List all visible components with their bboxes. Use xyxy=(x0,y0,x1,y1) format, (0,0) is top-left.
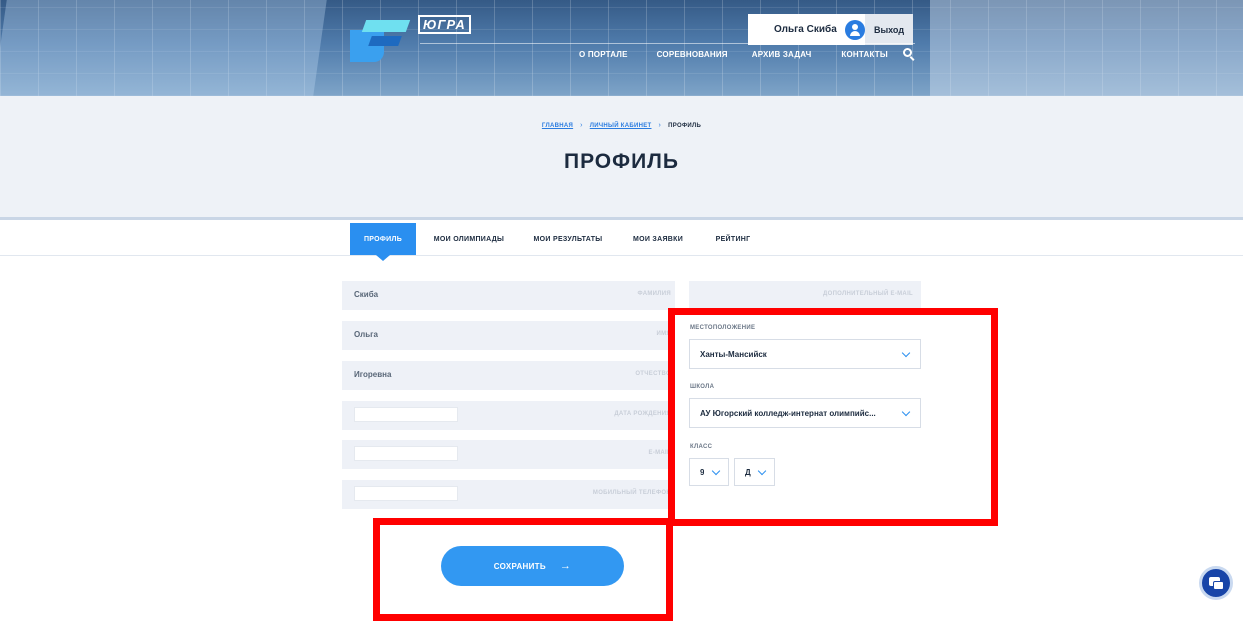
phone-input[interactable] xyxy=(354,486,458,501)
breadcrumb-separator: › xyxy=(580,122,583,129)
email-input[interactable] xyxy=(354,446,458,461)
user-panel: Ольга Скиба Выход xyxy=(748,14,913,45)
page-title: ПРОФИЛЬ xyxy=(563,150,679,173)
breadcrumb-home-link[interactable]: ГЛАВНАЯ xyxy=(542,123,573,129)
name-value: Ольга xyxy=(354,330,378,339)
phone-field: МОБИЛЬНЫЙ ТЕЛЕФОН xyxy=(342,480,675,509)
extra-email-label: ДОПОЛНИТЕЛЬНЫЙ E-MAIL xyxy=(823,291,913,297)
surname-value: Скиба xyxy=(354,290,379,299)
breadcrumb-cabinet-link[interactable]: ЛИЧНЫЙ КАБИНЕТ xyxy=(590,123,652,129)
surname-label: ФАМИЛИЯ xyxy=(637,291,671,297)
tabs-divider xyxy=(0,255,1243,256)
patronymic-value: Игоревна xyxy=(354,370,392,379)
tab-my-results[interactable]: МОИ РЕЗУЛЬТАТЫ xyxy=(524,223,612,255)
main-nav: О ПОРТАЛЕ СОРЕВНОВАНИЯ АРХИВ ЗАДАЧ КОНТА… xyxy=(579,47,888,61)
tab-rating[interactable]: РЕЙТИНГ xyxy=(704,223,762,255)
breadcrumb-current: ПРОФИЛЬ xyxy=(668,123,702,129)
chat-icon[interactable] xyxy=(1199,566,1233,600)
user-name[interactable]: Ольга Скиба xyxy=(774,24,837,35)
user-avatar-icon[interactable] xyxy=(844,19,865,40)
search-icon[interactable] xyxy=(903,48,915,61)
breadcrumb: ГЛАВНАЯ › ЛИЧНЫЙ КАБИНЕТ › ПРОФИЛЬ xyxy=(0,122,1243,129)
extra-email-field[interactable]: ДОПОЛНИТЕЛЬНЫЙ E-MAIL xyxy=(689,281,921,310)
tab-my-applications[interactable]: МОИ ЗАЯВКИ xyxy=(626,223,690,255)
patronymic-field[interactable]: Игоревна ОТЧЕСТВО xyxy=(342,361,675,390)
nav-item-task-archive[interactable]: АРХИВ ЗАДАЧ xyxy=(752,50,812,59)
header-background-building xyxy=(0,0,327,96)
nav-divider xyxy=(420,43,915,44)
birthdate-input[interactable] xyxy=(354,407,458,422)
tab-profile[interactable]: ПРОФИЛЬ xyxy=(350,223,416,261)
patronymic-label: ОТЧЕСТВО xyxy=(635,371,671,377)
site-logo[interactable] xyxy=(350,16,411,62)
phone-label: МОБИЛЬНЫЙ ТЕЛЕФОН xyxy=(592,490,671,496)
surname-field[interactable]: Скиба ФАМИЛИЯ xyxy=(342,281,675,310)
birthdate-field: ДАТА РОЖДЕНИЯ xyxy=(342,401,675,430)
logout-button[interactable]: Выход xyxy=(865,14,913,45)
nav-item-about[interactable]: О ПОРТАЛЕ xyxy=(579,50,628,59)
site-header: ЮГРА Ольга Скиба Выход О ПОРТАЛЕ СОРЕВНО… xyxy=(0,0,1243,96)
page: ЮГРА Ольга Скиба Выход О ПОРТАЛЕ СОРЕВНО… xyxy=(0,0,1243,621)
highlight-box-location-school-class xyxy=(668,308,998,526)
nav-item-competitions[interactable]: СОРЕВНОВАНИЯ xyxy=(657,50,728,59)
tab-my-olympiads[interactable]: МОИ ОЛИМПИАДЫ xyxy=(424,223,514,255)
email-field: E-MAIL xyxy=(342,440,675,469)
header-background-building xyxy=(930,0,1243,96)
logo-wordmark[interactable]: ЮГРА xyxy=(418,15,471,34)
name-field[interactable]: Ольга ИМЯ xyxy=(342,321,675,350)
nav-item-contacts[interactable]: КОНТАКТЫ xyxy=(841,50,887,59)
highlight-box-save xyxy=(373,518,673,621)
birthdate-label: ДАТА РОЖДЕНИЯ xyxy=(614,411,671,417)
breadcrumb-separator: › xyxy=(658,122,662,129)
